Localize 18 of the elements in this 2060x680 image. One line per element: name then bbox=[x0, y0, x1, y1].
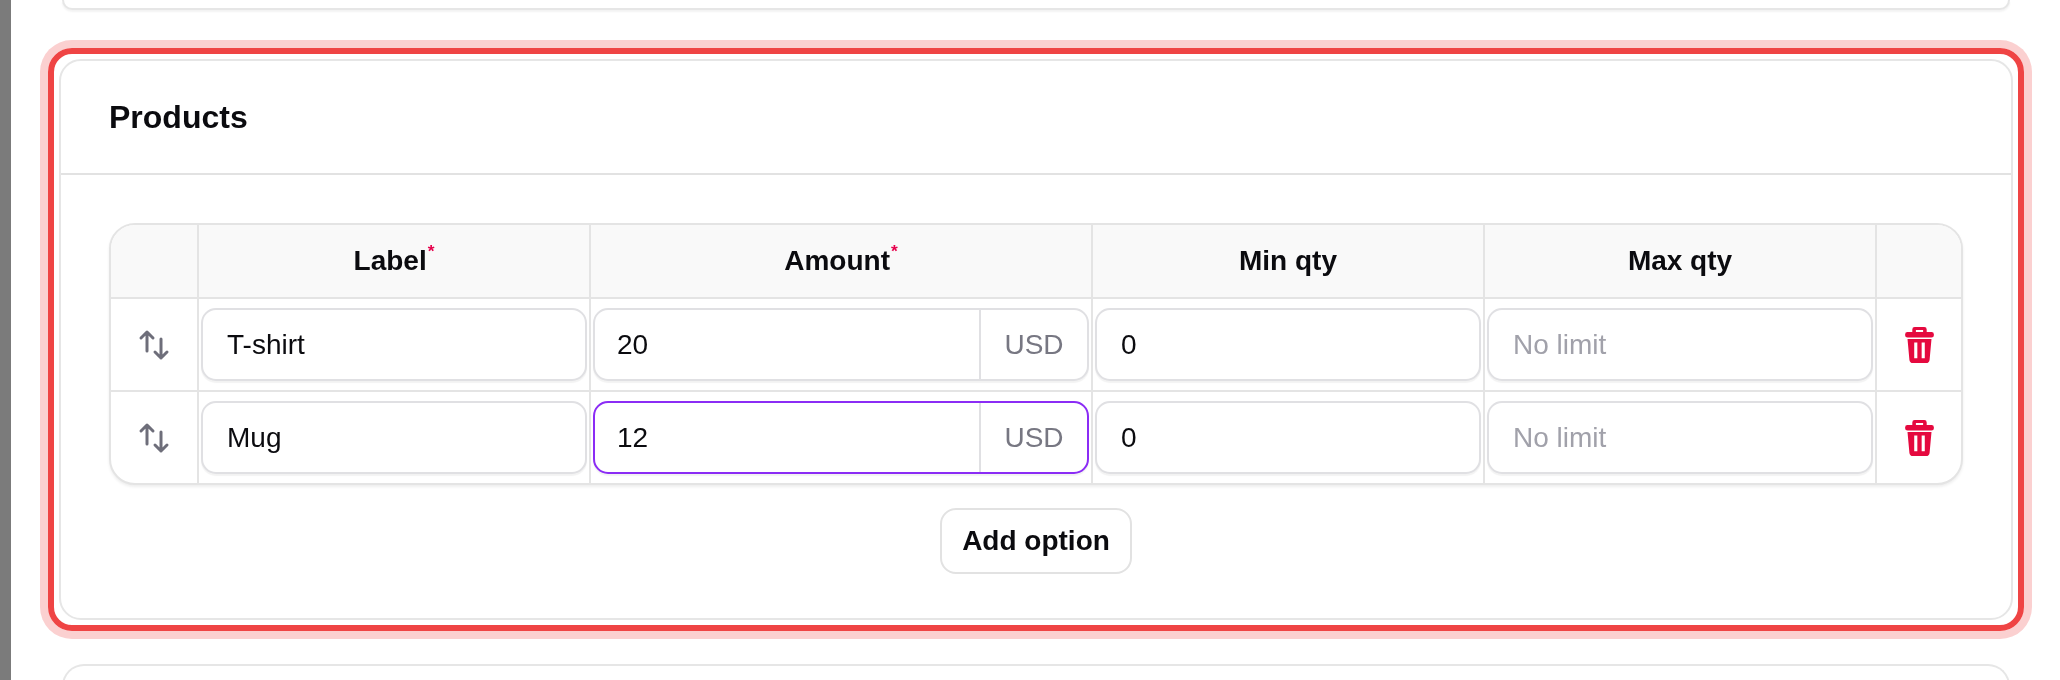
input-field[interactable]: 0 bbox=[1095, 308, 1481, 381]
input-field[interactable]: Mug bbox=[201, 401, 587, 474]
trash-icon[interactable] bbox=[1904, 326, 1934, 363]
add-option-button[interactable]: Add option bbox=[940, 508, 1132, 574]
input-field[interactable]: T-shirt bbox=[201, 308, 587, 381]
currency-label: USD bbox=[979, 403, 1087, 472]
section-title: Products bbox=[109, 98, 248, 136]
column-header: Min qty bbox=[1239, 245, 1337, 277]
sort-arrows-icon[interactable] bbox=[138, 421, 170, 454]
trash-icon[interactable] bbox=[1904, 419, 1934, 456]
column-header: Amount$^{*}$ bbox=[784, 245, 898, 277]
column-header: Label$^{*}$ bbox=[353, 245, 435, 277]
input-field[interactable]: 0 bbox=[1095, 401, 1481, 474]
amount-field[interactable]: 20 USD bbox=[593, 308, 1089, 381]
sort-arrows-icon[interactable] bbox=[138, 328, 170, 361]
currency-label: USD bbox=[979, 310, 1087, 379]
amount-field[interactable]: 12 USD bbox=[593, 401, 1089, 474]
column-header: Max qty bbox=[1627, 245, 1733, 277]
